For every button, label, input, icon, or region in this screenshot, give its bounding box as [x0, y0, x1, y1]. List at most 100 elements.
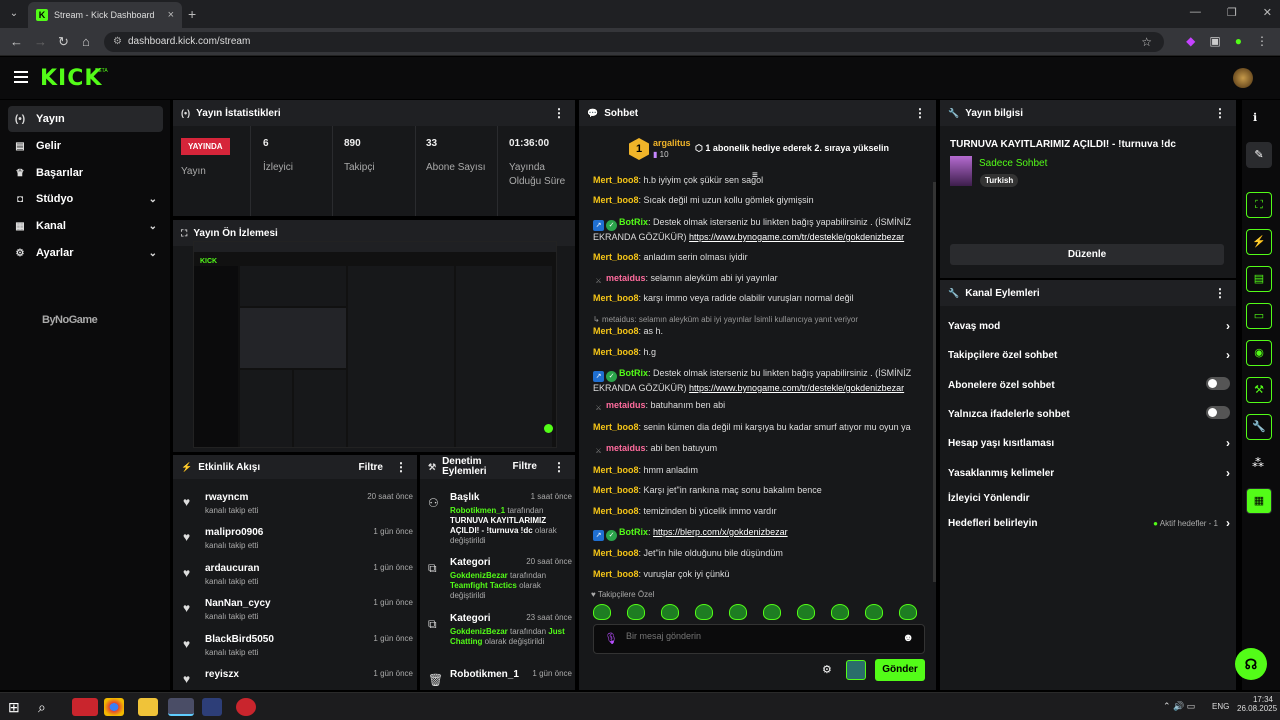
toggle-switch[interactable] [1206, 377, 1230, 390]
chat-username[interactable]: Mert_boo8 [593, 195, 639, 205]
action-followers-only[interactable]: Takipçilere özel sohbet › [948, 348, 1230, 362]
action-account-age[interactable]: Hesap yaşı kısıtlaması › [948, 436, 1230, 450]
emote[interactable] [865, 604, 883, 620]
chat-username[interactable]: Mert_boo8 [593, 347, 639, 357]
close-tab-icon[interactable]: × [168, 9, 174, 21]
site-info-icon[interactable]: ⚙ [113, 32, 122, 52]
sponsor-logo[interactable]: ByNoGame [42, 314, 98, 326]
sidebar-item-basarilar[interactable]: ♛ Başarılar [8, 160, 163, 186]
stats-widget-icon[interactable]: ◉ [1246, 340, 1272, 366]
emote[interactable] [729, 604, 747, 620]
feed-username[interactable]: ardaucuran [205, 563, 259, 574]
chat-scrollbar[interactable] [933, 182, 936, 582]
action-subscribers-only[interactable]: Abonelere özel sohbet [948, 377, 1230, 391]
action-goals[interactable]: Hedefleri belirleyin ● Aktif hedefler - … [948, 516, 1230, 530]
more-options-icon[interactable]: ⋮ [1214, 286, 1226, 300]
obs-app-icon[interactable] [168, 698, 194, 716]
chat-widget-icon[interactable]: ▭ [1246, 303, 1272, 329]
edit-button[interactable]: Düzenle [950, 244, 1224, 265]
chat-username[interactable]: BotRix [619, 217, 648, 227]
search-icon[interactable]: ⌕ [38, 698, 58, 716]
clock[interactable]: 17:34 26.08.2025 [1237, 695, 1277, 713]
wrench-widget-icon[interactable]: 🔧 [1246, 414, 1272, 440]
more-options-icon[interactable]: ⋮ [553, 461, 565, 473]
recording-app-icon[interactable] [236, 698, 256, 716]
url-input[interactable]: ⚙ dashboard.kick.com/stream ☆ [104, 32, 1164, 52]
home-icon[interactable]: ⌂ [82, 34, 90, 49]
sidebar-item-ayarlar[interactable]: ⚙ Ayarlar ⌄ [8, 240, 163, 266]
user-avatar[interactable] [1233, 68, 1253, 88]
toggle-switch[interactable] [1206, 406, 1230, 419]
browser-menu-icon[interactable]: ⋮ [1256, 34, 1268, 48]
support-icon[interactable]: ☊ [1235, 648, 1267, 680]
emote[interactable] [797, 604, 815, 620]
close-window-icon[interactable]: ✕ [1263, 6, 1272, 19]
clapper-widget-icon[interactable]: ▦ [1246, 488, 1272, 514]
profile-icon[interactable]: ● [1235, 34, 1242, 48]
emote[interactable] [661, 604, 679, 620]
more-options-icon[interactable]: ⋮ [914, 106, 926, 120]
chat-link[interactable]: https://www.bynogame.com/tr/destekle/gok… [689, 383, 904, 393]
chrome-app-icon[interactable] [104, 698, 124, 716]
menu-icon[interactable] [14, 71, 28, 83]
more-options-icon[interactable]: ⋮ [1214, 106, 1226, 120]
sidebar-item-yayin[interactable]: (•) Yayın [8, 106, 163, 132]
minimize-icon[interactable]: — [1190, 6, 1201, 19]
feed-username[interactable]: rwayncm [205, 492, 248, 503]
bookmark-star-icon[interactable]: ☆ [1141, 32, 1152, 52]
voicemeeter-app-icon[interactable] [72, 698, 98, 716]
feed-username[interactable]: malipro0906 [205, 527, 263, 538]
emote[interactable] [831, 604, 849, 620]
chat-username[interactable]: metaidus [606, 273, 646, 283]
windows-start-icon[interactable]: ⊞ [8, 698, 28, 716]
new-tab-icon[interactable]: + [188, 6, 196, 22]
chat-username[interactable]: Mert_boo8 [593, 485, 639, 495]
extension-icon[interactable]: ◆ [1186, 34, 1195, 48]
sidebar-item-kanal[interactable]: ▦ Kanal ⌄ [8, 213, 163, 239]
chat-username[interactable]: Mert_boo8 [593, 569, 639, 579]
chat-link[interactable]: https://blerp.com/x/gokdenizbezar [653, 527, 788, 537]
chat-username[interactable]: Mert_boo8 [593, 548, 639, 558]
info-icon[interactable]: ℹ [1253, 111, 1257, 124]
activity-widget-icon[interactable]: ⚡ [1246, 229, 1272, 255]
emote[interactable] [627, 604, 645, 620]
notes-widget-icon[interactable]: ▤ [1246, 266, 1272, 292]
preview-widget-icon[interactable]: ⛶ [1246, 192, 1272, 218]
action-host[interactable]: İzleyici Yönlendir [948, 493, 1230, 504]
language-indicator[interactable]: ENG [1212, 702, 1229, 711]
chat-username[interactable]: Mert_boo8 [593, 465, 639, 475]
chat-username[interactable]: Mert_boo8 [593, 506, 639, 516]
tab-search-icon[interactable]: ⌄ [6, 6, 22, 22]
chat-link[interactable]: https://www.bynogame.com/tr/destekle/gok… [689, 232, 904, 242]
system-tray-icons[interactable]: ⌃ 🔊 ▭ [1163, 701, 1195, 712]
chat-username[interactable]: metaidus [606, 400, 646, 410]
discord-app-icon[interactable] [202, 698, 222, 716]
kick-bot-icon[interactable] [846, 660, 866, 680]
extensions-puzzle-icon[interactable]: ▣ [1209, 34, 1220, 48]
chat-settings-icon[interactable]: ⚙ [822, 663, 832, 676]
send-button[interactable]: Gönder [875, 659, 925, 681]
edit-layout-icon[interactable]: ✎ [1246, 142, 1272, 168]
feed-username[interactable]: reyiszx [205, 669, 239, 680]
emote[interactable] [695, 604, 713, 620]
pinned-leaderboard[interactable]: 1 argalitus ▮ 10 ⬡ 1 abonelik hediye ede… [629, 136, 929, 164]
kick-logo[interactable]: KICK [40, 66, 102, 91]
dots-widget-icon[interactable]: ⁂ [1252, 456, 1264, 470]
emote[interactable] [763, 604, 781, 620]
feed-username[interactable]: NanNan_cycy [205, 598, 271, 609]
chat-username[interactable]: Mert_boo8 [593, 326, 639, 336]
filter-button[interactable]: Filtre [359, 462, 383, 473]
browser-tab[interactable]: K Stream - Kick Dashboard × [28, 2, 182, 28]
stream-preview-video[interactable]: KICK [193, 241, 557, 448]
chat-username[interactable]: BotRix [619, 368, 648, 378]
action-emote-only[interactable]: Yalnızca ifadelerle sohbet [948, 406, 1230, 420]
emoji-icon[interactable]: ☻ [902, 632, 914, 644]
reload-icon[interactable]: ↻ [58, 34, 69, 50]
filter-button[interactable]: Filtre [513, 462, 537, 472]
mic-icon[interactable]: 🎙 [604, 632, 618, 645]
mod-user[interactable]: GokdenizBezar [450, 571, 508, 580]
emote[interactable] [899, 604, 917, 620]
chat-input[interactable]: 🎙 ☻ [593, 624, 925, 654]
chat-username[interactable]: Mert_boo8 [593, 422, 639, 432]
message-field[interactable] [626, 631, 886, 641]
